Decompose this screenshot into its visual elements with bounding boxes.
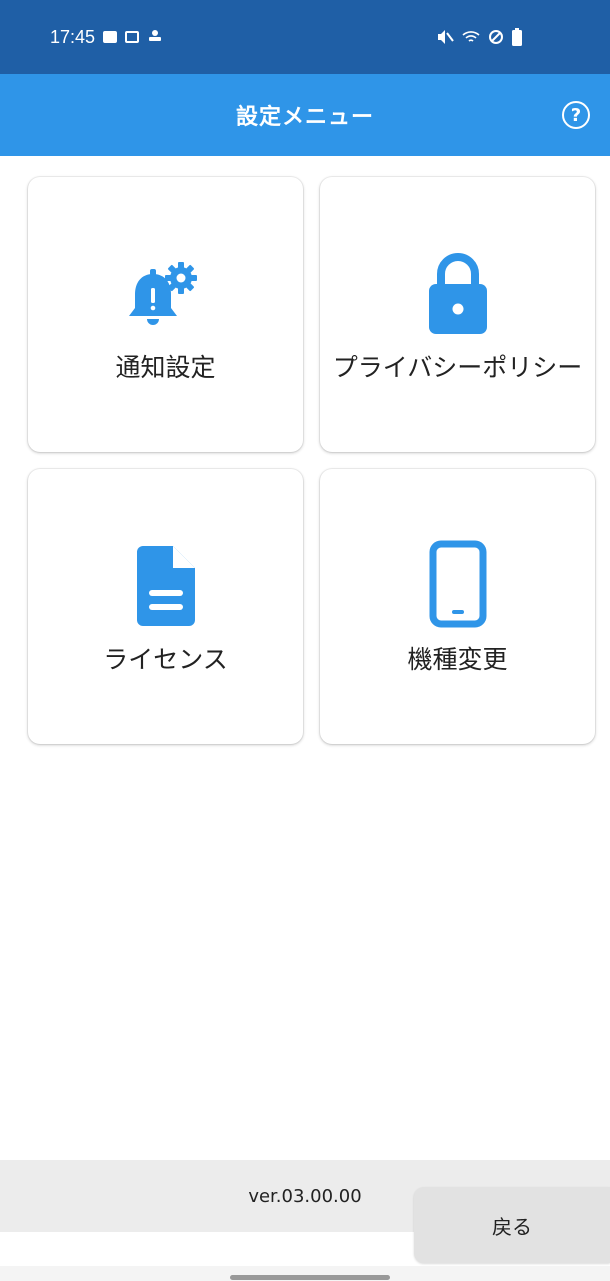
status-right: [436, 28, 522, 46]
tile-label: ライセンス: [103, 645, 228, 674]
status-bar: 17:45: [0, 0, 610, 74]
home-gesture-handle[interactable]: [230, 1275, 390, 1280]
page-title: 設定メニュー: [235, 105, 374, 130]
tile-label: 通知設定: [115, 353, 216, 382]
status-left: 17:45: [50, 27, 163, 48]
back-button-label: 戻る: [492, 1214, 532, 1239]
smartphone-icon: [428, 538, 488, 628]
notification-settings-icon: [123, 246, 209, 336]
document-icon: [133, 538, 199, 628]
account-icon: [147, 27, 163, 47]
version-text: ver.03.00.00: [248, 1185, 362, 1207]
help-icon: ?: [570, 104, 582, 126]
tile-label: 機種変更: [407, 645, 508, 674]
mute-icon: [436, 29, 454, 45]
wifi-icon: [462, 29, 480, 45]
back-button[interactable]: 戻る: [414, 1187, 610, 1263]
tile-license[interactable]: ライセンス: [28, 469, 303, 744]
app-bar: 設定メニュー ?: [0, 74, 610, 156]
image-icon: [103, 31, 118, 43]
help-button[interactable]: ?: [562, 101, 590, 129]
lock-icon: [425, 246, 491, 336]
tile-device-change[interactable]: 機種変更: [320, 469, 595, 744]
dnd-icon: [488, 29, 504, 45]
status-time: 17:45: [50, 26, 96, 47]
tile-notification-settings[interactable]: 通知設定: [28, 177, 303, 452]
screen-icon: [125, 31, 140, 43]
battery-icon: [512, 28, 522, 46]
tile-privacy-policy[interactable]: プライバシーポリシー: [320, 177, 595, 452]
tile-label: プライバシーポリシー: [332, 353, 583, 382]
settings-menu-grid: 通知設定 プライバシーポリシー ライセンス 機種変更: [28, 177, 595, 744]
